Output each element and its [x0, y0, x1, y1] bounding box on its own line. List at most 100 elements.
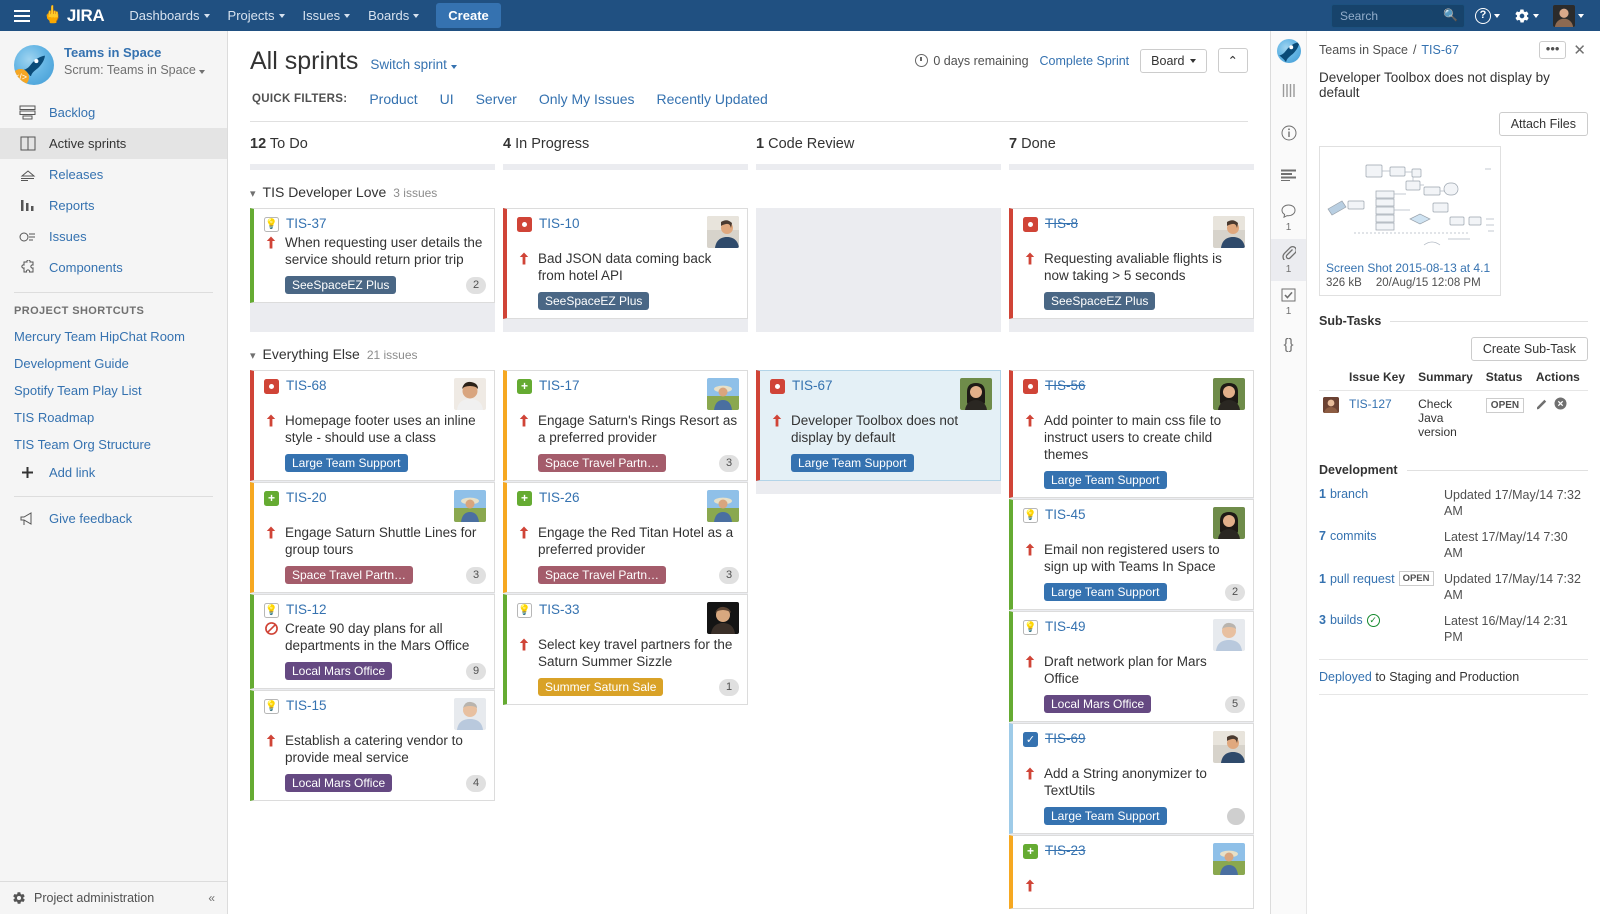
issue-key-link[interactable]: TIS-49 [1045, 619, 1086, 634]
epic-label[interactable]: Large Team Support [1044, 807, 1167, 825]
issue-card[interactable]: TIS-8Requesting avaliable flights is now… [1009, 208, 1254, 319]
table-row[interactable]: TIS-127 Check Java version OPEN [1319, 391, 1588, 446]
edit-icon[interactable] [1536, 398, 1548, 413]
rail-info-button[interactable] [1271, 113, 1306, 155]
column-dropzone[interactable]: TIS-68Homepage footer uses an inline sty… [250, 370, 495, 801]
sidebar-shortcut-roadmap[interactable]: TIS Roadmap [0, 404, 227, 431]
issue-key-link[interactable]: TIS-17 [539, 378, 580, 393]
epic-label[interactable]: SeeSpaceEZ Plus [538, 292, 649, 310]
issue-key-link[interactable]: TIS-33 [539, 602, 580, 617]
quick-filter-product[interactable]: Product [369, 91, 417, 107]
issue-card[interactable]: TIS-37When requesting user details the s… [250, 208, 495, 303]
issue-card[interactable]: ✓TIS-69Add a String anonymizer to TextUt… [1009, 723, 1254, 834]
project-subtitle[interactable]: Scrum: Teams in Space [64, 63, 205, 77]
epic-label[interactable]: Space Travel Partn… [538, 566, 666, 584]
subtask-key-cell[interactable]: TIS-127 [1345, 391, 1414, 446]
rail-code-button[interactable]: {} [1271, 323, 1306, 365]
branch-label[interactable]: branch [1330, 487, 1368, 501]
nav-projects[interactable]: Projects [219, 2, 294, 29]
epic-label[interactable]: Large Team Support [1044, 471, 1167, 489]
commits-link[interactable]: 7commits [1319, 529, 1444, 543]
issue-key-link[interactable]: TIS-37 [286, 216, 327, 231]
issue-card[interactable]: +TIS-20Engage Saturn Shuttle Lines for g… [250, 482, 495, 593]
issue-key-link[interactable]: TIS-26 [539, 490, 580, 505]
switch-sprint-button[interactable]: Switch sprint [370, 57, 456, 75]
epic-label[interactable]: Local Mars Office [1044, 695, 1151, 713]
column-dropzone[interactable]: TIS-8Requesting avaliable flights is now… [1009, 208, 1254, 332]
issue-key-link[interactable]: TIS-23 [1045, 843, 1086, 858]
swimlane-header[interactable]: ▾Everything Else21 issues [250, 346, 1262, 362]
rail-attachments-button[interactable]: 1 [1271, 239, 1306, 281]
sidebar-shortcut-spotify[interactable]: Spotify Team Play List [0, 377, 227, 404]
more-actions-button[interactable]: ••• [1539, 41, 1567, 59]
rail-subtasks-button[interactable]: 1 [1271, 281, 1306, 323]
issue-card[interactable]: TIS-56Add pointer to main css file to in… [1009, 370, 1254, 498]
rail-columns-button[interactable] [1271, 71, 1306, 113]
issue-key-link[interactable]: TIS-8 [1045, 216, 1078, 231]
swimlane-header[interactable]: ▾TIS Developer Love3 issues [250, 184, 1262, 200]
sidebar-item-components[interactable]: Components [0, 252, 227, 283]
quick-filter-ui[interactable]: UI [440, 91, 454, 107]
quick-filter-server[interactable]: Server [476, 91, 517, 107]
issue-card[interactable]: TIS-10Bad JSON data coming back from hot… [503, 208, 748, 319]
issue-card[interactable]: TIS-45Email non registered users to sign… [1009, 499, 1254, 610]
epic-label[interactable]: Large Team Support [791, 454, 914, 472]
issue-key-link[interactable]: TIS-69 [1045, 731, 1086, 746]
issue-card[interactable]: +TIS-17Engage Saturn's Rings Resort as a… [503, 370, 748, 481]
epic-label[interactable]: Local Mars Office [285, 774, 392, 792]
collapse-sidebar-icon[interactable]: « [208, 891, 215, 905]
epic-label[interactable]: Summer Saturn Sale [538, 678, 663, 696]
pull-request-link[interactable]: 1pull request OPEN [1319, 571, 1444, 586]
project-name[interactable]: Teams in Space [64, 45, 205, 61]
breadcrumb-issue-key[interactable]: TIS-67 [1421, 43, 1459, 57]
issue-card[interactable]: +TIS-26Engage the Red Titan Hotel as a p… [503, 482, 748, 593]
sidebar-shortcut-dev-guide[interactable]: Development Guide [0, 350, 227, 377]
column-dropzone[interactable]: TIS-67Developer Toolbox does not display… [756, 370, 1001, 494]
profile-button[interactable] [1549, 2, 1588, 30]
epic-label[interactable]: Large Team Support [1044, 583, 1167, 601]
nav-boards[interactable]: Boards [359, 2, 428, 29]
create-button[interactable]: Create [436, 3, 500, 28]
nav-issues[interactable]: Issues [294, 2, 360, 29]
complete-sprint-link[interactable]: Complete Sprint [1040, 54, 1130, 68]
issue-card[interactable]: +TIS-23 [1009, 835, 1254, 909]
quick-filter-recently-updated[interactable]: Recently Updated [657, 91, 768, 107]
rail-description-button[interactable] [1271, 155, 1306, 197]
issue-key-link[interactable]: TIS-20 [286, 490, 327, 505]
subtask-key-link[interactable]: TIS-127 [1349, 397, 1392, 411]
deployed-link[interactable]: Deployed [1319, 670, 1372, 684]
epic-label[interactable]: Large Team Support [285, 454, 408, 472]
column-dropzone[interactable]: +TIS-17Engage Saturn's Rings Resort as a… [503, 370, 748, 705]
issue-key-link[interactable]: TIS-15 [286, 698, 327, 713]
epic-label[interactable]: SeeSpaceEZ Plus [285, 276, 396, 294]
create-subtask-button[interactable]: Create Sub-Task [1471, 337, 1588, 361]
rail-comments-button[interactable]: 1 [1271, 197, 1306, 239]
epic-label[interactable]: SeeSpaceEZ Plus [1044, 292, 1155, 310]
issue-key-link[interactable]: TIS-67 [792, 378, 833, 393]
epic-label[interactable]: Space Travel Partn… [285, 566, 413, 584]
close-icon[interactable]: ✕ [1571, 41, 1588, 59]
sidebar-item-backlog[interactable]: Backlog [0, 97, 227, 128]
give-feedback-button[interactable]: Give feedback [0, 503, 227, 534]
epic-label[interactable]: Local Mars Office [285, 662, 392, 680]
builds-label[interactable]: builds [1330, 613, 1363, 627]
sidebar-item-reports[interactable]: Reports [0, 190, 227, 221]
attachment-name[interactable]: Screen Shot 2015-08-13 at 4.1 [1326, 261, 1494, 275]
delete-icon[interactable] [1554, 397, 1567, 413]
collapse-header-button[interactable]: ⌃ [1218, 48, 1248, 73]
help-button[interactable]: ? [1471, 5, 1504, 27]
chevron-down-icon[interactable]: ▾ [250, 349, 256, 362]
issue-card[interactable]: TIS-33Select key travel partners for the… [503, 594, 748, 705]
sidebar-item-issues[interactable]: Issues [0, 221, 227, 252]
sidebar-shortcut-hipchat[interactable]: Mercury Team HipChat Room [0, 323, 227, 350]
issue-key-link[interactable]: TIS-45 [1045, 507, 1086, 522]
commits-label[interactable]: commits [1330, 529, 1377, 543]
settings-button[interactable] [1510, 5, 1543, 27]
issue-key-link[interactable]: TIS-68 [286, 378, 327, 393]
nav-dashboards[interactable]: Dashboards [120, 2, 218, 29]
column-dropzone[interactable]: TIS-10Bad JSON data coming back from hot… [503, 208, 748, 332]
issue-card[interactable]: TIS-15Establish a catering vendor to pro… [250, 690, 495, 801]
column-dropzone[interactable]: TIS-37When requesting user details the s… [250, 208, 495, 332]
project-administration-button[interactable]: Project administration « [0, 881, 227, 914]
epic-label[interactable]: Space Travel Partn… [538, 454, 666, 472]
